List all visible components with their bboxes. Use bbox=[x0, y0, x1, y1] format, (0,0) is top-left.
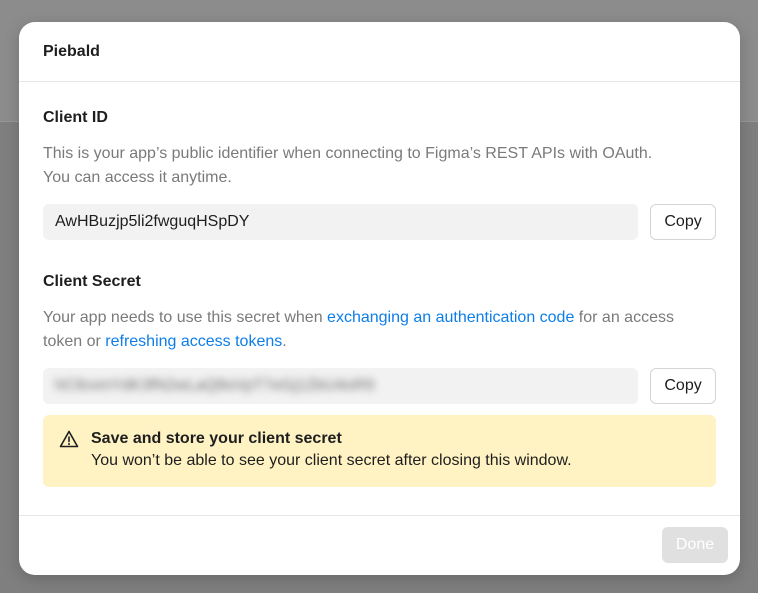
client-id-value: AwHBuzjp5li2fwguqHSpDY bbox=[55, 213, 250, 230]
modal-footer: Done bbox=[19, 515, 740, 575]
client-id-row: AwHBuzjp5li2fwguqHSpDY Copy bbox=[43, 204, 716, 240]
warning-text: You won’t be able to see your client sec… bbox=[91, 452, 572, 469]
client-secret-row: hC6rxmYdK3fN2wLaQ8sVpT7eGj1ZbU4oR9 Copy bbox=[43, 368, 716, 404]
client-secret-value: hC6rxmYdK3fN2wLaQ8sVpT7eGj1ZbU4oR9 bbox=[55, 377, 375, 394]
warning-banner: Save and store your client secret You wo… bbox=[43, 415, 716, 487]
client-secret-heading: Client Secret bbox=[43, 273, 141, 290]
modal-header: Piebald bbox=[19, 22, 740, 82]
client-id-field[interactable]: AwHBuzjp5li2fwguqHSpDY bbox=[43, 204, 639, 240]
refreshing-tokens-link[interactable]: refreshing access tokens bbox=[105, 333, 282, 350]
exchanging-auth-code-link[interactable]: exchanging an authentication code bbox=[327, 309, 574, 326]
warning-content: Save and store your client secret You wo… bbox=[91, 429, 572, 473]
client-id-description: This is your app’s public identifier whe… bbox=[43, 145, 653, 186]
modal-body: Client ID This is your app’s public iden… bbox=[19, 82, 740, 487]
client-secret-desc-prefix: Your app needs to use this secret when bbox=[43, 309, 328, 326]
client-id-heading: Client ID bbox=[43, 109, 108, 126]
client-secret-desc-suffix: . bbox=[282, 333, 287, 350]
modal-title: Piebald bbox=[43, 42, 100, 60]
copy-client-id-button[interactable]: Copy bbox=[650, 204, 716, 240]
warning-triangle-icon bbox=[59, 430, 79, 448]
warning-title: Save and store your client secret bbox=[91, 430, 342, 447]
client-id-section: Client ID This is your app’s public iden… bbox=[43, 82, 716, 240]
client-credentials-modal: Piebald Client ID This is your app’s pub… bbox=[19, 22, 740, 575]
client-secret-description: Your app needs to use this secret when e… bbox=[43, 306, 713, 354]
copy-client-secret-button[interactable]: Copy bbox=[650, 368, 716, 404]
client-secret-section: Client Secret Your app needs to use this… bbox=[43, 240, 716, 487]
done-button[interactable]: Done bbox=[662, 527, 728, 563]
client-secret-field[interactable]: hC6rxmYdK3fN2wLaQ8sVpT7eGj1ZbU4oR9 bbox=[43, 368, 639, 404]
